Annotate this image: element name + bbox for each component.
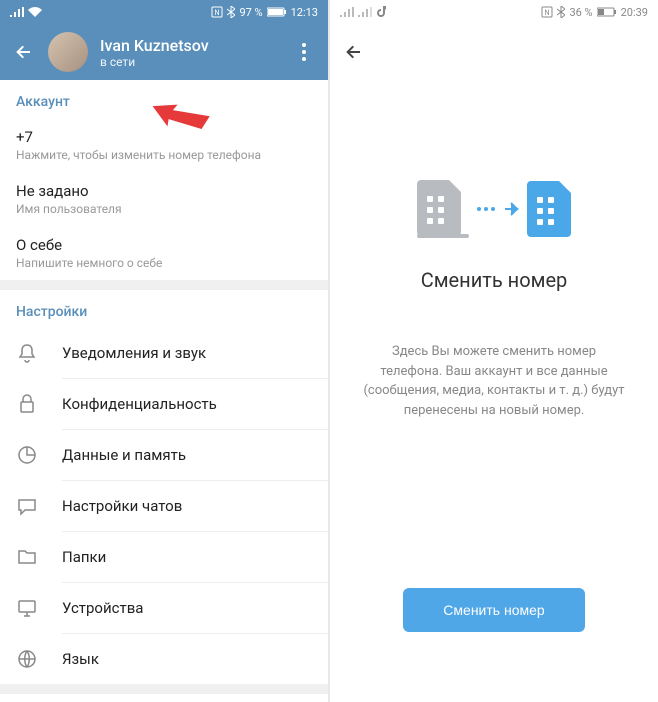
battery-percent: 97 % [239, 6, 262, 19]
svg-text:N: N [545, 9, 550, 17]
settings-section-header: Настройки [0, 290, 328, 328]
signal-icon [340, 7, 354, 17]
change-number-description: Здесь Вы можете сменить номер телефона. … [360, 342, 628, 420]
notifications-label: Уведомления и звук [62, 344, 206, 362]
lock-icon [16, 393, 38, 415]
new-sim-icon [527, 181, 571, 237]
devices-row[interactable]: Устройства [0, 583, 328, 633]
monitor-icon [16, 597, 38, 619]
chat-settings-row[interactable]: Настройки чатов [0, 481, 328, 531]
battery-icon [267, 7, 287, 17]
bio-row[interactable]: О себе Напишите немного о себе [0, 226, 328, 280]
data-label: Данные и память [62, 446, 186, 464]
nfc-icon: N [541, 6, 553, 18]
chat-settings-label: Настройки чатов [62, 497, 182, 515]
status-bar: N 36 % 20:39 [330, 0, 658, 24]
change-number-title: Сменить номер [421, 268, 568, 292]
username-row[interactable]: Не задано Имя пользователя [0, 172, 328, 226]
username-hint: Имя пользователя [16, 202, 312, 216]
settings-screen: N 97 % 12:13 Ivan Kuznetsov в сети Аккау… [0, 0, 328, 702]
tiktok-icon [376, 6, 386, 18]
phone-hint: Нажмите, чтобы изменить номер телефона [16, 148, 312, 162]
profile-status: в сети [100, 55, 280, 69]
bluetooth-icon [557, 6, 565, 18]
status-bar: N 97 % 12:13 [0, 0, 328, 24]
avatar[interactable] [48, 32, 88, 72]
more-button[interactable] [292, 40, 316, 64]
sim-illustration [417, 180, 571, 238]
old-sim-icon [417, 180, 461, 236]
language-label: Язык [62, 650, 99, 668]
wifi-icon [28, 7, 42, 17]
change-number-header [330, 24, 658, 80]
transfer-dots-icon [477, 207, 495, 211]
profile-header: Ivan Kuznetsov в сети [0, 24, 328, 80]
folders-label: Папки [62, 548, 106, 566]
nfc-icon: N [211, 6, 223, 18]
clock: 20:39 [621, 6, 648, 19]
clock: 12:13 [291, 6, 318, 19]
back-button[interactable] [342, 40, 366, 64]
signal-2-icon [358, 7, 372, 17]
back-button[interactable] [12, 40, 36, 64]
bell-icon [16, 342, 38, 364]
battery-percent: 36 % [569, 6, 592, 19]
bio-value: О себе [16, 236, 312, 254]
profile-name: Ivan Kuznetsov [100, 36, 280, 55]
bio-hint: Напишите немного о себе [16, 256, 312, 270]
folders-row[interactable]: Папки [0, 532, 328, 582]
globe-icon [16, 648, 38, 670]
change-number-screen: N 36 % 20:39 Смени [330, 0, 658, 702]
divider [0, 684, 328, 694]
devices-label: Устройства [62, 599, 143, 617]
battery-icon [597, 7, 617, 17]
folder-icon [16, 546, 38, 568]
privacy-label: Конфиденциальность [62, 395, 217, 413]
chat-icon [16, 495, 38, 517]
bluetooth-icon [227, 6, 235, 18]
data-row[interactable]: Данные и память [0, 430, 328, 480]
signal-icon [10, 7, 24, 17]
svg-text:N: N [215, 9, 220, 17]
notifications-row[interactable]: Уведомления и звук [0, 328, 328, 378]
phone-row[interactable]: +7 Нажмите, чтобы изменить номер телефон… [0, 118, 328, 172]
change-number-button[interactable]: Сменить номер [403, 588, 584, 632]
pie-chart-icon [16, 444, 38, 466]
divider [0, 280, 328, 290]
help-section-header: Помощь [0, 694, 328, 702]
language-row[interactable]: Язык [0, 634, 328, 684]
arrow-right-icon [503, 201, 519, 217]
username-value: Не задано [16, 182, 312, 200]
privacy-row[interactable]: Конфиденциальность [0, 379, 328, 429]
